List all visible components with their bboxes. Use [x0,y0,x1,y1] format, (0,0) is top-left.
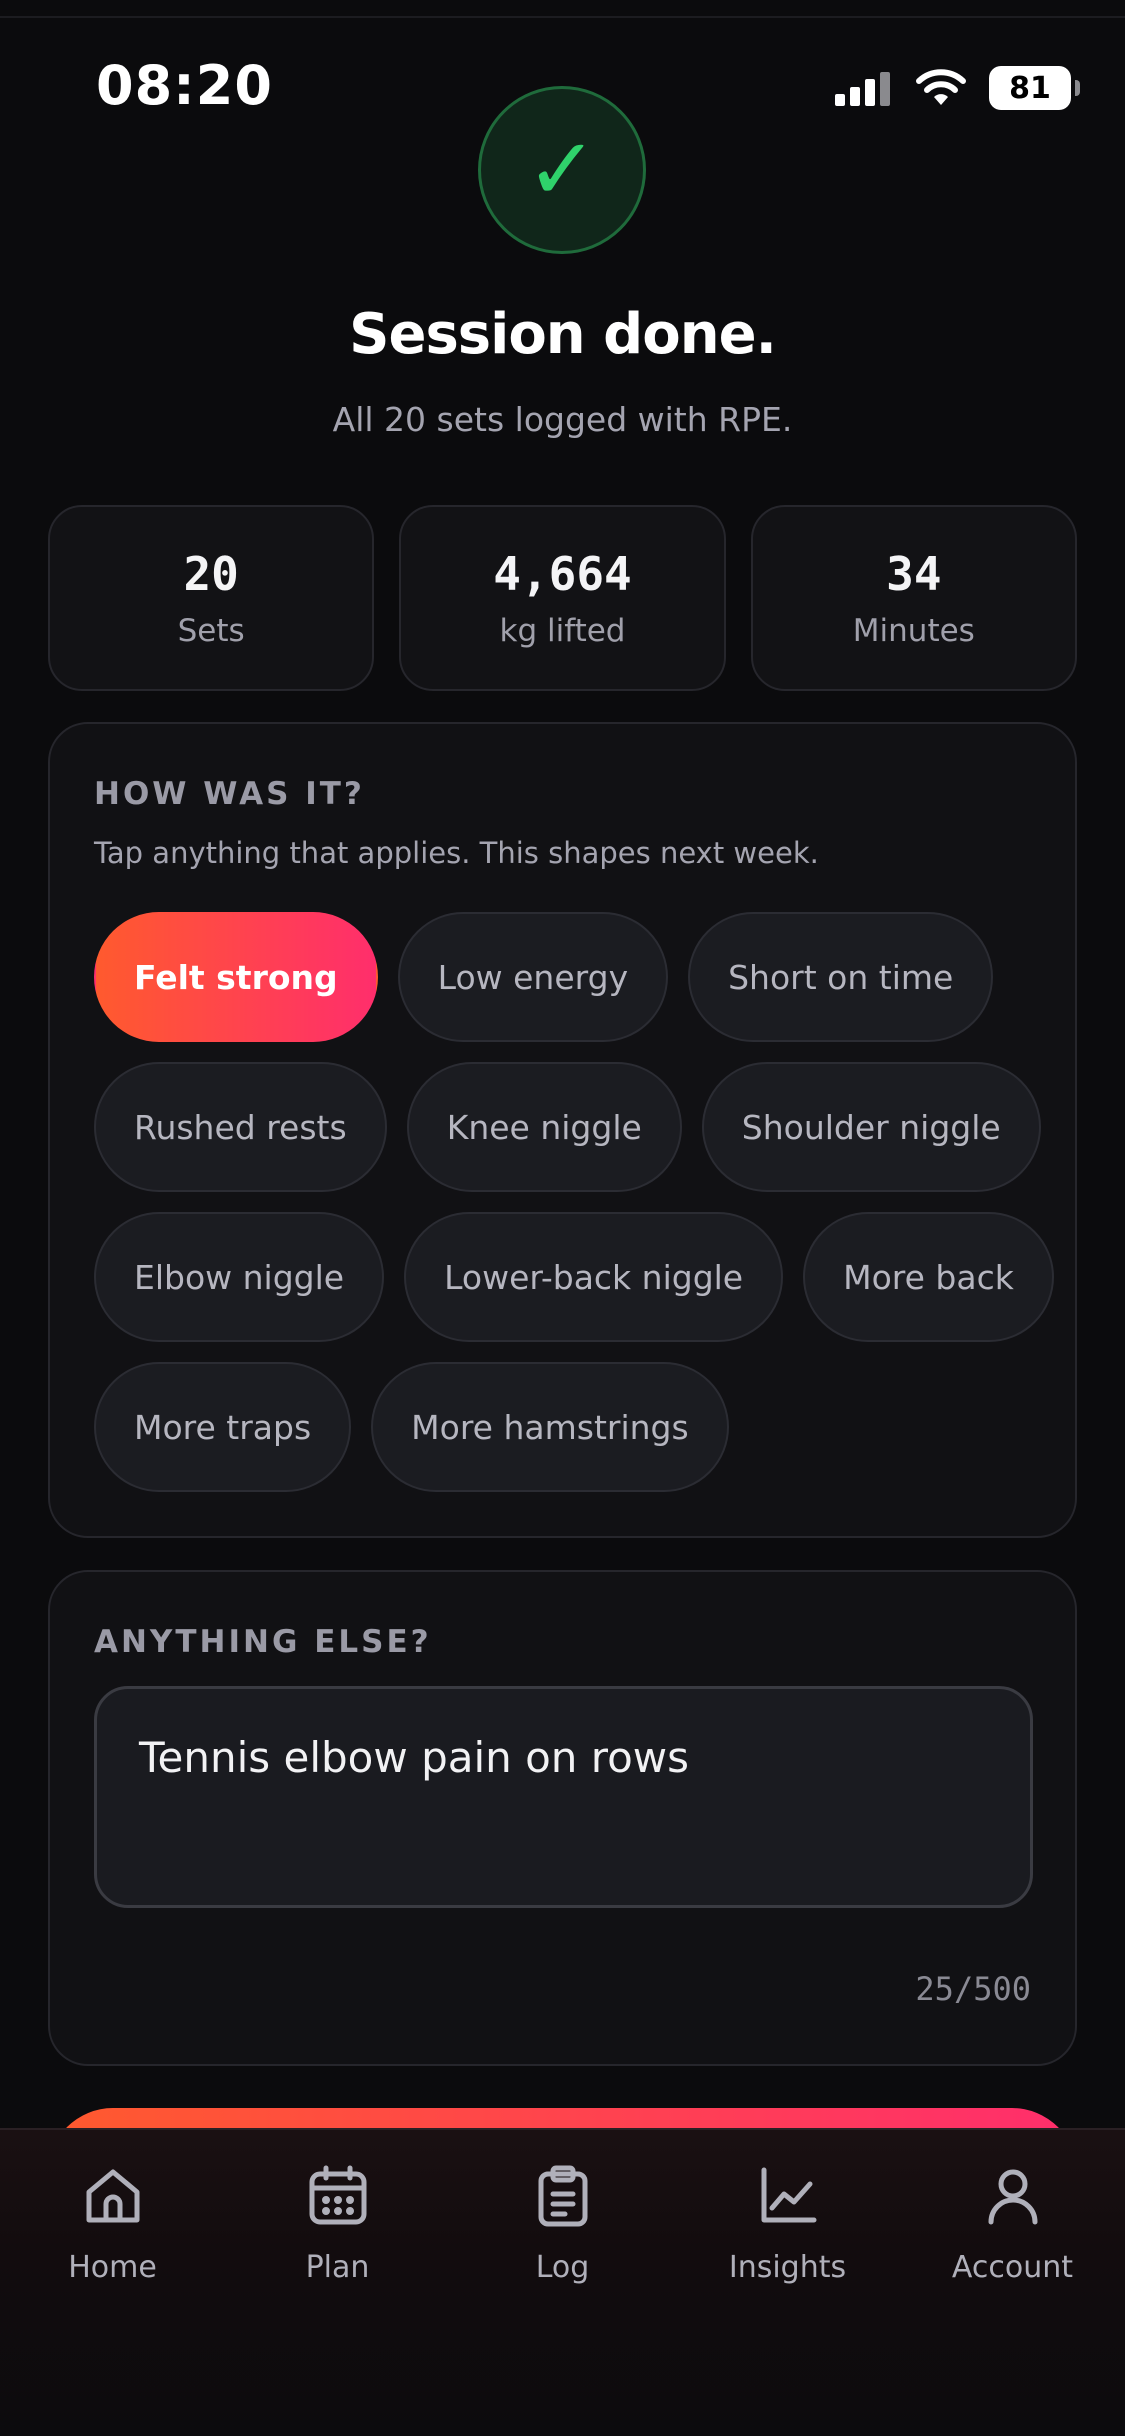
tab-bar: Home Plan Log Insights Account [0,2128,1125,2436]
notes-heading: ANYTHING ELSE? [94,1624,432,1660]
tab-label: Insights [728,2250,847,2285]
stat-value: 20 [183,547,239,601]
tab-account[interactable]: Account [913,2160,1113,2285]
notes-input-value: Tennis elbow pain on rows [139,1733,690,1782]
session-summary-screen: 08:20 81 ✓ Session done. All 20 sets log… [0,0,1125,2436]
status-icons: 81 [833,66,1080,110]
chip-low-energy[interactable]: Low energy [397,912,669,1042]
calendar-icon [309,2165,366,2225]
stat-label: Sets [177,613,245,649]
chip-felt-strong[interactable]: Felt strong [94,912,378,1042]
notes-card: ANYTHING ELSE? Tennis elbow pain on rows… [48,1570,1077,2066]
stat-minutes: 34 Minutes [750,505,1077,691]
chip-more-traps[interactable]: More traps [94,1362,352,1492]
tab-label: Account [951,2250,1074,2285]
stat-sets: 20 Sets [48,505,375,691]
tab-label: Home [68,2250,157,2285]
feedback-card: HOW WAS IT? Tap anything that applies. T… [48,722,1077,1538]
tab-plan[interactable]: Plan [238,2160,438,2285]
home-icon [86,2169,139,2223]
stat-kg-lifted: 4,664 kg lifted [399,505,726,691]
stat-value: 4,664 [493,547,632,601]
user-icon [988,2169,1037,2225]
tab-label: Plan [305,2250,370,2285]
feedback-heading: HOW WAS IT? [94,776,365,812]
tab-insights[interactable]: Insights [688,2160,888,2285]
chip-elbow-niggle[interactable]: Elbow niggle [94,1212,385,1342]
notes-input[interactable]: Tennis elbow pain on rows [94,1686,1033,1908]
chip-knee-niggle[interactable]: Knee niggle [406,1062,682,1192]
clipboard-icon [538,2165,587,2227]
chip-more-hamstrings[interactable]: More hamstrings [371,1362,729,1492]
page-title: Session done. [349,302,777,367]
top-divider [0,16,1125,18]
feedback-help-text: Tap anything that applies. This shapes n… [94,836,819,870]
battery-indicator: 81 [989,66,1080,110]
tab-label: Log [535,2250,590,2285]
feedback-chips: Felt strong Low energy Short on time Rus… [94,912,1054,1492]
tab-log[interactable]: Log [463,2160,663,2285]
wifi-icon [916,69,966,105]
page-subtitle: All 20 sets logged with RPE. [332,400,793,439]
stat-label: kg lifted [499,613,626,649]
tab-home[interactable]: Home [13,2160,213,2285]
signal-icon [835,72,890,106]
stat-label: Minutes [852,613,975,649]
chip-short-on-time[interactable]: Short on time [688,912,994,1042]
chip-rushed-rests[interactable]: Rushed rests [94,1062,387,1192]
checkmark-icon: ✓ [525,120,599,220]
success-badge: ✓ [478,86,646,254]
character-counter: 25/500 [915,1970,1031,2008]
status-time: 08:20 [96,54,273,117]
chart-icon [761,2167,816,2223]
chip-lower-back-niggle[interactable]: Lower-back niggle [404,1212,784,1342]
chip-more-back[interactable]: More back [803,1212,1054,1342]
chip-shoulder-niggle[interactable]: Shoulder niggle [701,1062,1041,1192]
stat-value: 34 [886,547,942,601]
stats-row: 20 Sets 4,664 kg lifted 34 Minutes [48,505,1077,691]
